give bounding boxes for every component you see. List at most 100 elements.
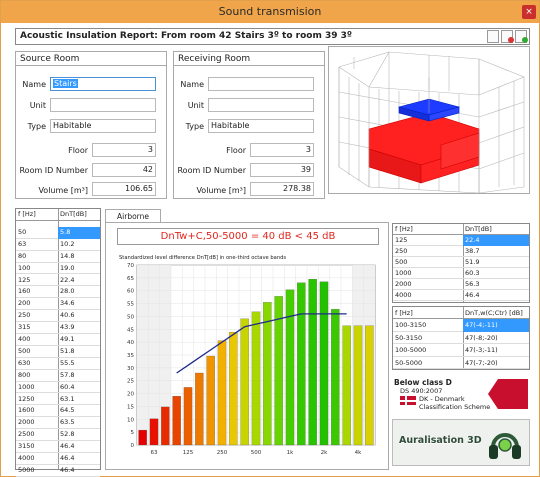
source-unit-input[interactable] [50,98,156,112]
result-summary: DnTw+C,50-5000 = 40 dB < 45 dB [117,228,379,245]
table-row[interactable]: 2500 52.8 [16,429,100,442]
octave-band-table[interactable]: f [Hz] DnT[dB] 125 22.4 250 38.7 500 51.9 1000 60… [392,223,530,303]
source-volume-input[interactable]: 106.65 [92,182,156,196]
cell-frequency: 100-5000 [395,346,427,355]
cell-value: 49.1 [60,335,75,343]
headphones-icon [489,433,521,459]
source-name-input[interactable]: Stairs [50,77,156,91]
table-row[interactable]: 200 34.6 [16,298,100,311]
table-row[interactable]: 100-3150 47(-4;-11) [393,319,529,332]
table-row[interactable]: 100 19.0 [16,263,100,275]
export-spreadsheet-icon[interactable] [515,30,528,43]
y-tick-label: 30 [127,366,134,372]
y-tick-label: 5 [131,430,135,436]
table-row[interactable]: 250 40.6 [16,310,100,323]
chart-bar [285,289,295,446]
table-row[interactable]: 4000 46.4 [393,290,529,301]
classification-box: Below class D DS 490:2007 DK - Denmark C… [392,375,530,417]
source-room-panel: Source Room Name Stairs Unit Type Habita… [15,51,167,199]
auralisation-3d-button[interactable]: Auralisation 3D [392,419,530,466]
window-title: Sound transmision [218,5,322,18]
chart-bar [172,396,181,446]
receiving-volume-input[interactable]: 278.38 [250,182,314,196]
table-row[interactable]: 50-3150 47(-8;-20) [393,332,529,345]
table-row[interactable]: 125 22.4 [393,235,529,246]
table-row[interactable]: 50-5000 47(-7;-20) [393,357,529,369]
table-row[interactable]: 63 10.2 [16,239,100,251]
table-row[interactable]: 315 43.9 [16,322,100,334]
sound-transmission-window: Sound transmision × Acoustic Insulation … [0,0,540,477]
cell-value: 56.3 [465,280,480,288]
table-row[interactable]: 1250 63.1 [16,394,100,406]
receiving-type-input[interactable]: Habitable [208,119,314,133]
building-3d-view[interactable] [328,46,530,194]
table-row[interactable]: 50 5.8 [16,226,100,239]
table-row[interactable]: 3150 46.4 [16,441,100,453]
cell-value: 47(-7;-20) [465,358,498,367]
cell-frequency: 63 [18,239,27,248]
y-tick-label: 55 [127,302,134,308]
table-row[interactable]: 630 55.5 [16,358,100,370]
source-name-value: Stairs [53,79,78,88]
table-row[interactable]: 4000 46.4 [16,453,100,465]
receiving-unit-input[interactable] [208,98,314,112]
table-row[interactable]: 5000 46.4 [16,465,100,477]
cell-value: 64.5 [60,406,75,415]
source-name-label: Name [22,80,46,89]
single-number-rating-table[interactable]: f [Hz] DnT,w(C;Ctr) [dB] 100-3150 47(-4;-11… [392,306,530,370]
cell-value: 46.4 [60,442,75,451]
table-row[interactable]: 400 49.1 [16,334,100,346]
receiving-roomid-input[interactable]: 39 [250,163,314,177]
auralisation-label: Auralisation 3D [399,435,482,446]
y-tick-label: 65 [127,276,134,282]
cell-frequency: 3150 [18,442,35,451]
table-row[interactable]: 500 51.8 [16,346,100,358]
receiving-floor-label: Floor [226,146,246,155]
chart-bar [331,309,340,446]
table-row[interactable]: 800 57.8 [16,370,100,382]
classification-scheme: Classification Scheme [419,403,491,411]
cell-value: 14.8 [60,251,75,260]
dnt-bar-chart: Standardized level difference DnT[dB] in… [119,255,376,456]
cell-value: DnT,w(C;Ctr) [dB] [465,309,523,317]
table-row[interactable]: 160 28.0 [16,286,100,299]
table-row[interactable]: 80 14.8 [16,251,100,263]
cell-value: DnT[dB] [465,225,492,233]
export-pdf-icon[interactable] [501,30,514,43]
cell-frequency: 2000 [18,418,35,427]
x-tick-label: 500 [251,450,262,456]
chart-bar [217,340,227,446]
table-row[interactable]: 2000 63.5 [16,417,100,430]
chart-bar [161,406,170,446]
table-row[interactable]: 1600 64.5 [16,405,100,418]
cell-value: 22.4 [463,235,529,246]
source-type-input[interactable]: Habitable [50,119,156,133]
cell-frequency: 4000 [395,291,412,299]
report-toolbar [487,30,528,43]
cell-value: 28.0 [60,287,75,296]
table-row[interactable]: 500 51.9 [393,257,529,268]
cell-frequency: 200 [18,299,31,308]
building-wireframe-graphic [338,51,525,193]
print-icon[interactable] [487,30,499,43]
denmark-flag-icon [400,396,416,405]
receiving-floor-input[interactable]: 3 [250,143,314,157]
chart-bar [206,355,215,446]
close-button[interactable]: × [522,5,536,19]
y-tick-label: 15 [127,404,134,410]
source-floor-input[interactable]: 3 [92,143,156,157]
table-row[interactable]: 1000 60.3 [393,268,529,279]
table-row[interactable]: 1000 60.4 [16,382,100,394]
table-row[interactable]: 250 38.7 [393,246,529,257]
receiving-name-input[interactable] [208,77,314,91]
cell-value: 10.2 [60,239,75,248]
cell-value: 43.9 [60,323,75,332]
tab-airborne-noise[interactable]: Airborne Noise [105,209,161,234]
frequency-table-left[interactable]: f [Hz] DnT[dB] 50 5.8 63 10.2 80 14.8 100 19.0 125… [15,208,101,477]
cell-value: 46.4 [60,454,75,462]
class-arrow-icon [488,379,528,409]
source-roomid-input[interactable]: 42 [92,163,156,177]
table-row[interactable]: 100-5000 47(-3;-11) [393,344,529,357]
table-row[interactable]: 2000 56.3 [393,279,529,290]
table-row[interactable]: 125 22.4 [16,275,100,287]
